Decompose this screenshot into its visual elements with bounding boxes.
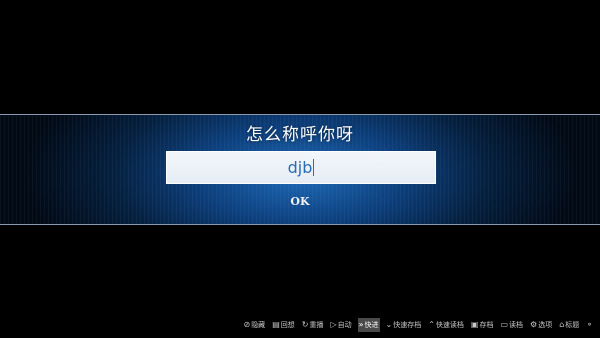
load-folder-icon: ▭ — [500, 320, 509, 329]
quick-menu-load-button[interactable]: ▭ 读档 — [499, 318, 524, 332]
quick-menu-title-button[interactable]: ⌂ 标题 — [558, 318, 580, 332]
quick-menu-hide-button[interactable]: ⊘ 隐藏 — [242, 318, 266, 332]
replay-icon: ↻ — [301, 320, 309, 329]
quick-menu-auto-button[interactable]: ▷ 自动 — [329, 318, 352, 332]
quick-menu-options-button[interactable]: ⚙ 选项 — [529, 318, 553, 332]
play-icon: ▷ — [330, 320, 337, 329]
name-input-field[interactable]: djb — [166, 151, 436, 184]
title-home-icon: ⌂ — [559, 320, 565, 329]
quick-menu-label: 读档 — [509, 321, 524, 329]
quick-menu-label: 隐藏 — [251, 321, 266, 329]
quick-menu-label: 存档 — [479, 321, 494, 329]
text-caret — [313, 158, 315, 176]
quick-load-icon: ⌃ — [428, 320, 435, 329]
quick-menu-quick-load-button[interactable]: ⌃ 快速读档 — [427, 318, 465, 332]
save-icon: ▣ — [470, 320, 479, 329]
quick-menu-history-button[interactable]: ▤ 回想 — [271, 318, 296, 332]
quick-menu-lock-button[interactable]: ⚬ — [585, 318, 594, 332]
quick-menu-label: 快速存档 — [393, 321, 422, 329]
name-input-value: djb — [287, 158, 313, 177]
quick-menu-label: 自动 — [337, 321, 352, 329]
quick-menu: ⊘ 隐藏 ▤ 回想 ↻ 重播 ▷ 自动 » 快进 ⌄ 快速存档 ⌃ 快速读档 ▣… — [242, 318, 594, 332]
eye-slash-icon: ⊘ — [243, 320, 251, 329]
quick-menu-save-button[interactable]: ▣ 存档 — [470, 318, 495, 332]
quick-menu-replay-button[interactable]: ↻ 重播 — [301, 318, 325, 332]
lock-icon: ⚬ — [586, 320, 593, 329]
quick-menu-quick-save-button[interactable]: ⌄ 快速存档 — [385, 318, 423, 332]
quick-menu-label: 回想 — [280, 321, 295, 329]
quick-menu-label: 标题 — [565, 321, 580, 329]
name-prompt: 怎么称呼你呀 — [246, 125, 354, 145]
ok-button[interactable]: OK — [282, 193, 318, 211]
quick-menu-label: 重播 — [309, 321, 324, 329]
options-gear-icon: ⚙ — [530, 320, 538, 329]
quick-menu-label: 选项 — [538, 321, 553, 329]
quick-menu-label: 快速读档 — [435, 321, 464, 329]
history-icon: ▤ — [272, 320, 280, 329]
quick-menu-skip-button[interactable]: » 快进 — [357, 318, 380, 332]
quick-menu-label: 快进 — [364, 321, 379, 329]
quick-save-icon: ⌄ — [385, 320, 393, 329]
fast-forward-icon: » — [358, 320, 364, 329]
